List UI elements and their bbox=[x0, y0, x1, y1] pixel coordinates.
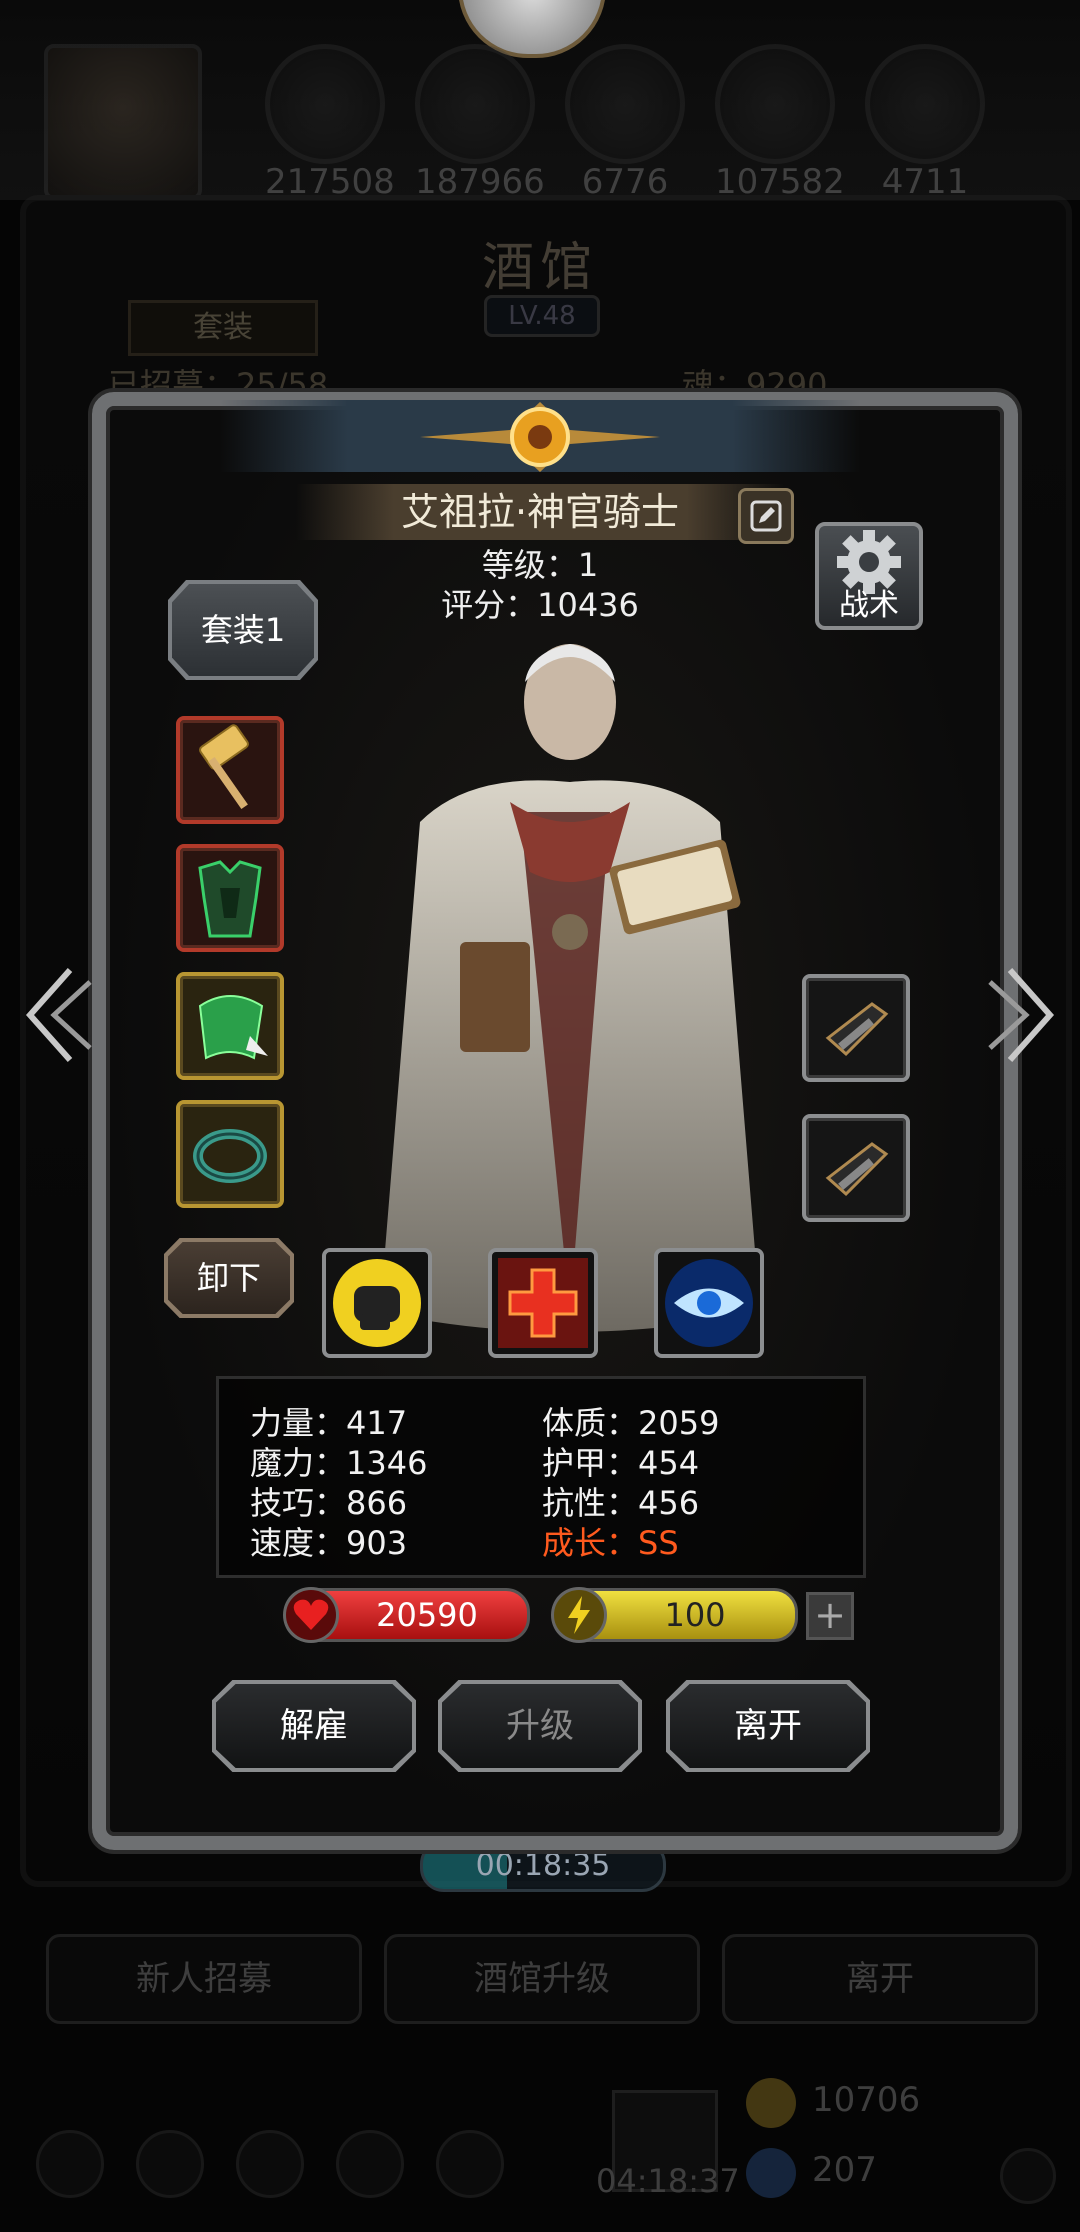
heal-cross-icon bbox=[498, 1258, 588, 1348]
bracer-icon bbox=[825, 1142, 889, 1197]
leave-label: 离开 bbox=[670, 1684, 866, 1768]
menu-icon[interactable] bbox=[436, 2130, 504, 2198]
hp-bar: 20590 bbox=[283, 1587, 530, 1643]
add-energy-button[interactable]: + bbox=[806, 1592, 854, 1640]
resource-2[interactable]: 187966 bbox=[415, 44, 545, 202]
bracer-icon bbox=[825, 1002, 889, 1057]
player-avatar[interactable] bbox=[44, 44, 202, 200]
stat-growth: 成长：SS bbox=[542, 1524, 679, 1562]
gem-count: 207 bbox=[812, 2150, 877, 2190]
energy-value: 100 bbox=[664, 1596, 726, 1634]
gem-icon bbox=[746, 2148, 796, 2198]
dismiss-button[interactable]: 解雇 bbox=[212, 1680, 416, 1772]
tavern-title: 酒馆 bbox=[481, 238, 598, 298]
skill-slot-1[interactable] bbox=[322, 1248, 432, 1358]
upgrade-label: 升级 bbox=[442, 1684, 638, 1768]
menu-icon[interactable] bbox=[36, 2130, 104, 2198]
resource-1[interactable]: 217508 bbox=[265, 44, 395, 202]
equip-slot-accessory-1[interactable] bbox=[802, 974, 910, 1082]
equip-slot-accessory-2[interactable] bbox=[802, 1114, 910, 1222]
tavern-tab-set[interactable]: 套装 bbox=[128, 300, 318, 356]
skill-slot-3[interactable] bbox=[654, 1248, 764, 1358]
stat-speed: 速度：903 bbox=[250, 1524, 408, 1562]
add-icon[interactable] bbox=[1000, 2148, 1056, 2204]
recruit-button[interactable]: 新人招募 bbox=[46, 1934, 362, 2024]
menu-icon[interactable] bbox=[136, 2130, 204, 2198]
equipment-set-label: 套装1 bbox=[172, 584, 314, 676]
menu-icon[interactable] bbox=[336, 2130, 404, 2198]
equip-slot-weapon[interactable] bbox=[176, 716, 284, 824]
resource-icon bbox=[865, 44, 985, 164]
hero-name: 艾祖拉·神官骑士 bbox=[296, 484, 784, 540]
equip-slot-armor[interactable] bbox=[176, 844, 284, 952]
resource-icon bbox=[565, 44, 685, 164]
equip-slot-cloak[interactable] bbox=[176, 972, 284, 1080]
next-hero-icon[interactable] bbox=[980, 960, 1070, 1070]
energy-bar: 100 bbox=[551, 1587, 798, 1643]
resource-3[interactable]: 6776 bbox=[565, 44, 685, 202]
rename-button[interactable] bbox=[738, 488, 794, 544]
armor-icon bbox=[198, 860, 262, 938]
unequip-button[interactable]: 卸下 bbox=[164, 1238, 294, 1318]
hammer-icon bbox=[199, 724, 249, 810]
resource-icon bbox=[415, 44, 535, 164]
upgrade-button[interactable]: 升级 bbox=[438, 1680, 642, 1772]
dismiss-label: 解雇 bbox=[216, 1684, 412, 1768]
leave-button[interactable]: 离开 bbox=[666, 1680, 870, 1772]
hero-portrait bbox=[380, 644, 760, 1332]
hp-value: 20590 bbox=[376, 1596, 478, 1634]
resource-icon bbox=[265, 44, 385, 164]
resource-icon bbox=[715, 44, 835, 164]
tactics-label: 战术 bbox=[839, 588, 899, 623]
coin-count: 10706 bbox=[812, 2080, 921, 2120]
coin-icon bbox=[746, 2078, 796, 2128]
pencil-icon bbox=[750, 500, 782, 532]
emblem-icon bbox=[420, 402, 660, 472]
eye-icon bbox=[665, 1259, 753, 1347]
tavern-upgrade-button[interactable]: 酒馆升级 bbox=[384, 1934, 700, 2024]
resource-5[interactable]: 4711 bbox=[865, 44, 985, 202]
cloak-icon bbox=[198, 995, 268, 1060]
resource-4[interactable]: 107582 bbox=[715, 44, 845, 202]
skill-slot-2[interactable] bbox=[488, 1248, 598, 1358]
menu-icon[interactable] bbox=[236, 2130, 304, 2198]
fist-icon bbox=[333, 1259, 421, 1347]
tavern-leave-button[interactable]: 离开 bbox=[722, 1934, 1038, 2024]
tavern-level-badge: LV.48 bbox=[484, 295, 600, 337]
equipment-set-button[interactable]: 套装1 bbox=[168, 580, 318, 680]
ring-icon bbox=[193, 1129, 267, 1183]
gift-countdown: 04:18:37 bbox=[596, 2162, 740, 2200]
equip-slot-ring[interactable] bbox=[176, 1100, 284, 1208]
tactics-button[interactable]: 战术 bbox=[815, 522, 923, 630]
prev-hero-icon[interactable] bbox=[10, 960, 100, 1070]
unequip-label: 卸下 bbox=[168, 1242, 290, 1314]
